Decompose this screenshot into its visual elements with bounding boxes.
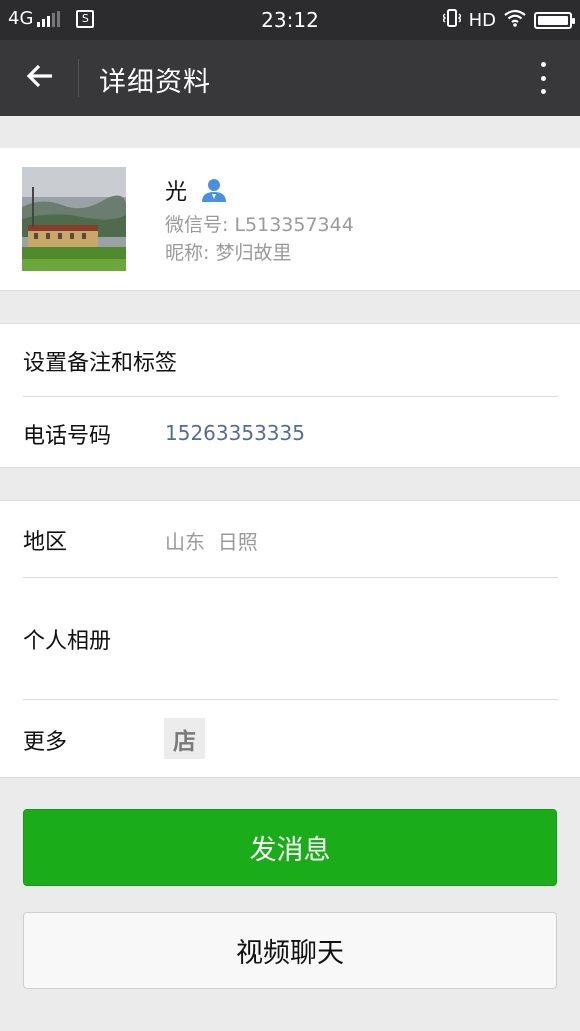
profile-name-row: 光 — [165, 174, 227, 206]
more-label: 更多 — [23, 730, 68, 755]
personal-album-label: 个人相册 — [23, 629, 112, 654]
status-bar: 4G S 23:12 HD — [0, 0, 580, 40]
avatar[interactable] — [22, 167, 126, 271]
phone-label: 电话号码 — [23, 424, 112, 449]
nav-bar: 详细资料 — [0, 40, 580, 116]
battery-icon — [534, 12, 575, 29]
more-vertical-icon — [540, 62, 546, 94]
more-options-button[interactable] — [528, 58, 558, 98]
vibrate-icon — [441, 8, 462, 33]
nav-divider — [78, 59, 79, 97]
status-right: HD — [441, 8, 575, 33]
back-arrow-icon — [26, 63, 54, 93]
profile-name: 光 — [165, 180, 188, 205]
region-value: 山东 日照 — [165, 530, 258, 554]
more-row[interactable]: 更多 店 — [0, 700, 580, 777]
send-message-button[interactable]: 发消息 — [23, 809, 557, 886]
phone-row: 电话号码 15263353335 — [0, 397, 580, 468]
back-button[interactable] — [18, 58, 62, 98]
person-verified-icon — [201, 178, 227, 202]
remark-tags-label: 设置备注和标签 — [23, 351, 178, 376]
remark-tags-row[interactable]: 设置备注和标签 — [0, 323, 580, 396]
region-label: 地区 — [23, 530, 68, 555]
region-row: 地区 山东 日照 — [0, 500, 580, 577]
video-chat-button[interactable]: 视频聊天 — [23, 912, 557, 989]
personal-album-row[interactable]: 个人相册 — [0, 578, 580, 699]
wifi-icon — [504, 9, 526, 32]
phone-number-link[interactable]: 15263353335 — [165, 421, 305, 445]
shop-icon: 店 — [164, 718, 205, 759]
page-title: 详细资料 — [99, 67, 211, 98]
hd-label: HD — [468, 10, 496, 31]
wechat-id: 微信号: L513357344 — [165, 214, 354, 236]
nickname: 昵称: 梦归故里 — [165, 242, 292, 264]
